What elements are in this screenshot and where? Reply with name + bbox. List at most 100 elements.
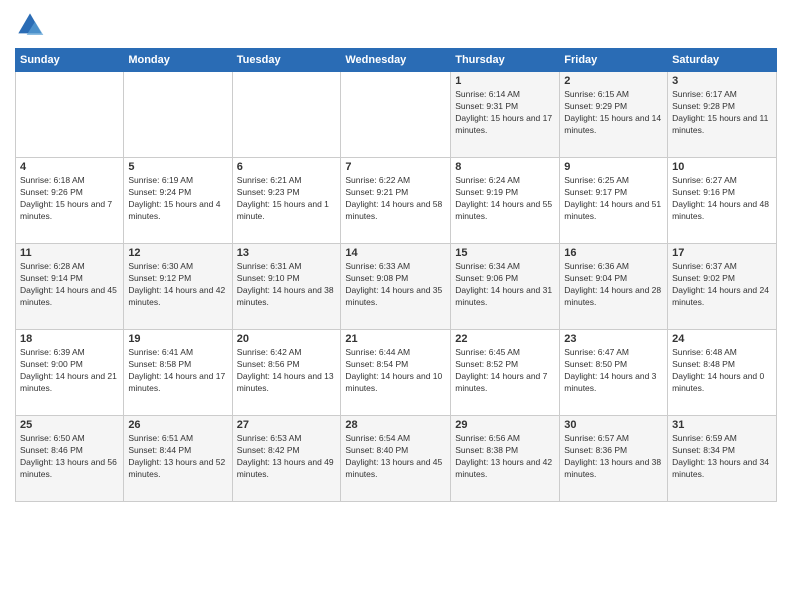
day-info: Sunrise: 6:56 AM Sunset: 8:38 PM Dayligh…	[455, 433, 555, 481]
day-info: Sunrise: 6:27 AM Sunset: 9:16 PM Dayligh…	[672, 175, 772, 223]
calendar-cell: 3Sunrise: 6:17 AM Sunset: 9:28 PM Daylig…	[668, 72, 777, 158]
day-number: 30	[564, 419, 663, 431]
day-info: Sunrise: 6:36 AM Sunset: 9:04 PM Dayligh…	[564, 261, 663, 309]
calendar-week-row: 25 Sunrise: 6:50 AM Sunset: 8:46 PM Dayli…	[16, 416, 777, 502]
day-info: Sunrise: 6:54 AM Sunset: 8:40 PM Dayligh…	[345, 433, 446, 481]
day-info: Sunrise: 6:28 AM Sunset: 9:14 PM Dayligh…	[20, 261, 119, 309]
calendar-cell: 11Sunrise: 6:28 AM Sunset: 9:14 PM Dayli…	[16, 244, 124, 330]
calendar-cell: 28 Sunrise: 6:54 AM Sunset: 8:40 PM Dayli…	[341, 416, 451, 502]
weekday-header: Thursday	[451, 49, 560, 72]
calendar-cell: 23 Sunrise: 6:47 AM Sunset: 8:50 PM Dayli…	[560, 330, 668, 416]
calendar-week-row: 11Sunrise: 6:28 AM Sunset: 9:14 PM Dayli…	[16, 244, 777, 330]
page-header	[15, 10, 777, 40]
day-info: Sunrise: 6:47 AM Sunset: 8:50 PM Dayligh…	[564, 347, 663, 395]
calendar-cell: 29 Sunrise: 6:56 AM Sunset: 8:38 PM Dayli…	[451, 416, 560, 502]
calendar-cell: 22 Sunrise: 6:45 AM Sunset: 8:52 PM Dayli…	[451, 330, 560, 416]
day-number: 23	[564, 333, 663, 345]
day-number: 14	[345, 247, 446, 259]
calendar-cell	[16, 72, 124, 158]
calendar-cell: 5 Sunrise: 6:19 AM Sunset: 9:24 PM Daylig…	[124, 158, 232, 244]
calendar-table: SundayMondayTuesdayWednesdayThursdayFrid…	[15, 48, 777, 502]
calendar-cell: 27 Sunrise: 6:53 AM Sunset: 8:42 PM Dayli…	[232, 416, 341, 502]
calendar-cell: 1Sunrise: 6:14 AM Sunset: 9:31 PM Daylig…	[451, 72, 560, 158]
calendar-week-row: 18 Sunrise: 6:39 AM Sunset: 9:00 PM Dayli…	[16, 330, 777, 416]
day-number: 13	[237, 247, 337, 259]
weekday-header: Friday	[560, 49, 668, 72]
day-info: Sunrise: 6:59 AM Sunset: 8:34 PM Dayligh…	[672, 433, 772, 481]
day-number: 29	[455, 419, 555, 431]
day-number: 25	[20, 419, 119, 431]
day-number: 6	[237, 161, 337, 173]
day-info: Sunrise: 6:18 AM Sunset: 9:26 PM Dayligh…	[20, 175, 119, 223]
day-info: Sunrise: 6:31 AM Sunset: 9:10 PM Dayligh…	[237, 261, 337, 309]
calendar-cell	[232, 72, 341, 158]
calendar-cell: 8 Sunrise: 6:24 AM Sunset: 9:19 PM Daylig…	[451, 158, 560, 244]
day-info: Sunrise: 6:44 AM Sunset: 8:54 PM Dayligh…	[345, 347, 446, 395]
weekday-header: Monday	[124, 49, 232, 72]
calendar-cell: 25 Sunrise: 6:50 AM Sunset: 8:46 PM Dayli…	[16, 416, 124, 502]
calendar-cell: 14 Sunrise: 6:33 AM Sunset: 9:08 PM Dayli…	[341, 244, 451, 330]
logo-icon	[15, 10, 45, 40]
day-info: Sunrise: 6:50 AM Sunset: 8:46 PM Dayligh…	[20, 433, 119, 481]
calendar-cell: 10 Sunrise: 6:27 AM Sunset: 9:16 PM Dayli…	[668, 158, 777, 244]
calendar-cell: 15Sunrise: 6:34 AM Sunset: 9:06 PM Dayli…	[451, 244, 560, 330]
day-info: Sunrise: 6:24 AM Sunset: 9:19 PM Dayligh…	[455, 175, 555, 223]
calendar-cell: 18 Sunrise: 6:39 AM Sunset: 9:00 PM Dayli…	[16, 330, 124, 416]
calendar-cell: 31 Sunrise: 6:59 AM Sunset: 8:34 PM Dayli…	[668, 416, 777, 502]
day-number: 16	[564, 247, 663, 259]
calendar-cell: 13 Sunrise: 6:31 AM Sunset: 9:10 PM Dayli…	[232, 244, 341, 330]
calendar-cell: 4Sunrise: 6:18 AM Sunset: 9:26 PM Daylig…	[16, 158, 124, 244]
day-info: Sunrise: 6:30 AM Sunset: 9:12 PM Dayligh…	[128, 261, 227, 309]
day-info: Sunrise: 6:37 AM Sunset: 9:02 PM Dayligh…	[672, 261, 772, 309]
calendar-cell: 19 Sunrise: 6:41 AM Sunset: 8:58 PM Dayli…	[124, 330, 232, 416]
day-number: 20	[237, 333, 337, 345]
day-number: 8	[455, 161, 555, 173]
day-number: 21	[345, 333, 446, 345]
calendar-cell: 26 Sunrise: 6:51 AM Sunset: 8:44 PM Dayli…	[124, 416, 232, 502]
day-number: 27	[237, 419, 337, 431]
calendar-cell	[341, 72, 451, 158]
day-number: 17	[672, 247, 772, 259]
day-number: 12	[128, 247, 227, 259]
calendar-cell: 9Sunrise: 6:25 AM Sunset: 9:17 PM Daylig…	[560, 158, 668, 244]
day-info: Sunrise: 6:21 AM Sunset: 9:23 PM Dayligh…	[237, 175, 337, 223]
weekday-header: Tuesday	[232, 49, 341, 72]
day-number: 5	[128, 161, 227, 173]
day-number: 2	[564, 75, 663, 87]
calendar-week-row: 1Sunrise: 6:14 AM Sunset: 9:31 PM Daylig…	[16, 72, 777, 158]
day-number: 18	[20, 333, 119, 345]
calendar-cell: 16 Sunrise: 6:36 AM Sunset: 9:04 PM Dayli…	[560, 244, 668, 330]
logo	[15, 10, 49, 40]
day-number: 7	[345, 161, 446, 173]
weekday-header: Wednesday	[341, 49, 451, 72]
weekday-header: Sunday	[16, 49, 124, 72]
day-info: Sunrise: 6:51 AM Sunset: 8:44 PM Dayligh…	[128, 433, 227, 481]
calendar-cell: 30 Sunrise: 6:57 AM Sunset: 8:36 PM Dayli…	[560, 416, 668, 502]
day-info: Sunrise: 6:45 AM Sunset: 8:52 PM Dayligh…	[455, 347, 555, 395]
day-number: 28	[345, 419, 446, 431]
day-info: Sunrise: 6:33 AM Sunset: 9:08 PM Dayligh…	[345, 261, 446, 309]
day-info: Sunrise: 6:15 AM Sunset: 9:29 PM Dayligh…	[564, 89, 663, 137]
day-number: 22	[455, 333, 555, 345]
calendar-cell: 7Sunrise: 6:22 AM Sunset: 9:21 PM Daylig…	[341, 158, 451, 244]
day-info: Sunrise: 6:42 AM Sunset: 8:56 PM Dayligh…	[237, 347, 337, 395]
day-info: Sunrise: 6:57 AM Sunset: 8:36 PM Dayligh…	[564, 433, 663, 481]
day-number: 19	[128, 333, 227, 345]
day-info: Sunrise: 6:41 AM Sunset: 8:58 PM Dayligh…	[128, 347, 227, 395]
day-number: 26	[128, 419, 227, 431]
day-number: 15	[455, 247, 555, 259]
day-info: Sunrise: 6:19 AM Sunset: 9:24 PM Dayligh…	[128, 175, 227, 223]
day-info: Sunrise: 6:53 AM Sunset: 8:42 PM Dayligh…	[237, 433, 337, 481]
day-info: Sunrise: 6:48 AM Sunset: 8:48 PM Dayligh…	[672, 347, 772, 395]
calendar-cell: 17 Sunrise: 6:37 AM Sunset: 9:02 PM Dayli…	[668, 244, 777, 330]
calendar-cell: 12 Sunrise: 6:30 AM Sunset: 9:12 PM Dayli…	[124, 244, 232, 330]
calendar-cell: 6 Sunrise: 6:21 AM Sunset: 9:23 PM Daylig…	[232, 158, 341, 244]
calendar-cell: 2 Sunrise: 6:15 AM Sunset: 9:29 PM Daylig…	[560, 72, 668, 158]
calendar-cell	[124, 72, 232, 158]
day-info: Sunrise: 6:39 AM Sunset: 9:00 PM Dayligh…	[20, 347, 119, 395]
day-info: Sunrise: 6:14 AM Sunset: 9:31 PM Dayligh…	[455, 89, 555, 137]
day-number: 9	[564, 161, 663, 173]
day-number: 10	[672, 161, 772, 173]
day-number: 31	[672, 419, 772, 431]
day-number: 24	[672, 333, 772, 345]
